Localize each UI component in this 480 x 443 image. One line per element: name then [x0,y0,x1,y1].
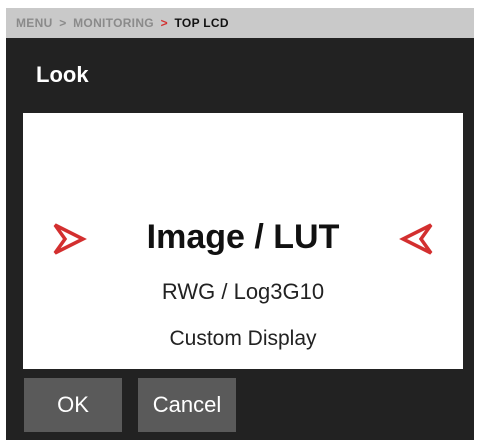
lut-value: RWG / Log3G10 [161,279,325,304]
display-value: Custom Display [169,327,317,350]
monitor-screen: MENU > MONITORING > TOP LCD Look Image /… [6,8,474,440]
next-option-button[interactable] [399,221,437,257]
look-selector-panel: Image / LUT RWG / Log3G10 Custom Display [23,113,463,369]
ok-button[interactable]: OK [24,378,122,432]
breadcrumb: MENU > MONITORING > TOP LCD [6,8,474,38]
look-value: Image / LUT [146,218,340,256]
cancel-button[interactable]: Cancel [138,378,236,432]
page-title: Look [36,62,89,87]
breadcrumb-item-menu[interactable]: MENU [16,16,53,30]
breadcrumb-item-monitoring[interactable]: MONITORING [73,16,154,30]
breadcrumb-current: TOP LCD [174,16,229,30]
breadcrumb-separator-icon: > [160,16,168,30]
breadcrumb-separator-icon: > [59,16,67,30]
chevron-right-icon [399,223,433,255]
